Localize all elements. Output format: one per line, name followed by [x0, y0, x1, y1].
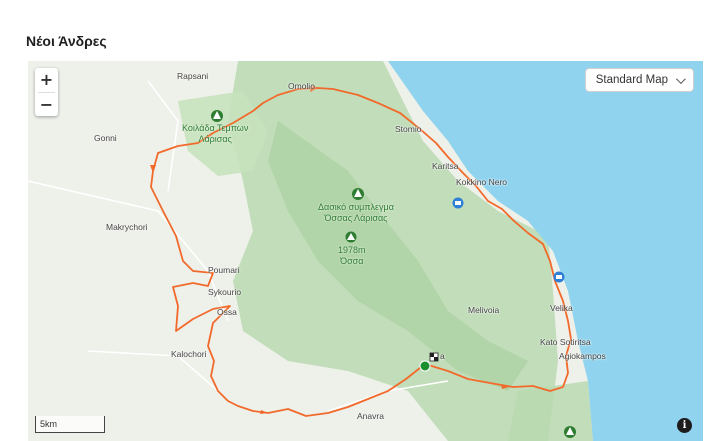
place-label: Kalochori [171, 349, 207, 359]
place-label: Ossa [217, 307, 237, 317]
place-label: Kato Sotiritsa [540, 337, 591, 347]
map-type-dropdown[interactable]: Standard Map [584, 68, 694, 92]
tree-icon[interactable] [564, 426, 576, 438]
camera-icon[interactable] [553, 271, 565, 283]
place-label: Kokkino Nero [456, 177, 508, 187]
info-icon[interactable]: i [677, 418, 692, 433]
chevron-down-icon [675, 73, 686, 84]
place-label: Omolio [288, 81, 315, 91]
page-title: Νέοι Άνδρες [26, 33, 107, 49]
place-label: Karitsa [432, 161, 459, 171]
map[interactable]: Rapsani Omolio Gonni Stomio Karitsa Kokk… [28, 61, 703, 441]
place-label: Poumari [208, 265, 240, 275]
place-label: Makrychori [106, 222, 148, 232]
place-label: Agiokampos [559, 351, 606, 361]
place-label: Anavra [357, 411, 384, 421]
scale-bar: 5km [35, 416, 105, 433]
map-type-label: Standard Map [595, 74, 668, 86]
poi-label-tempi: Κοιλάδα Τεμπων Λάρισας [182, 123, 249, 144]
zoom-out-button[interactable]: − [35, 93, 58, 117]
place-label: Velika [550, 303, 573, 313]
finish-flag-icon[interactable] [429, 352, 439, 362]
place-label: Gonni [94, 133, 117, 143]
tree-icon[interactable] [352, 188, 364, 200]
tree-icon[interactable] [211, 110, 223, 122]
camera-icon[interactable] [452, 197, 464, 209]
finish-label: a [440, 351, 445, 361]
start-marker[interactable] [419, 360, 431, 372]
place-label: Rapsani [177, 71, 209, 81]
poi-label-ossa-peak: 1978m Όσσα [338, 245, 366, 266]
zoom-in-button[interactable]: + [35, 68, 58, 92]
place-label: Sykourio [208, 287, 242, 297]
mountain-peak-icon[interactable] [345, 231, 357, 243]
zoom-control: + − [35, 68, 58, 116]
place-label: Stomio [395, 124, 422, 134]
place-label: Melivoia [468, 305, 500, 315]
poi-label-ossa-forest: Δασικό συμπλεγμα Όσσας Λάρισας [318, 202, 394, 223]
